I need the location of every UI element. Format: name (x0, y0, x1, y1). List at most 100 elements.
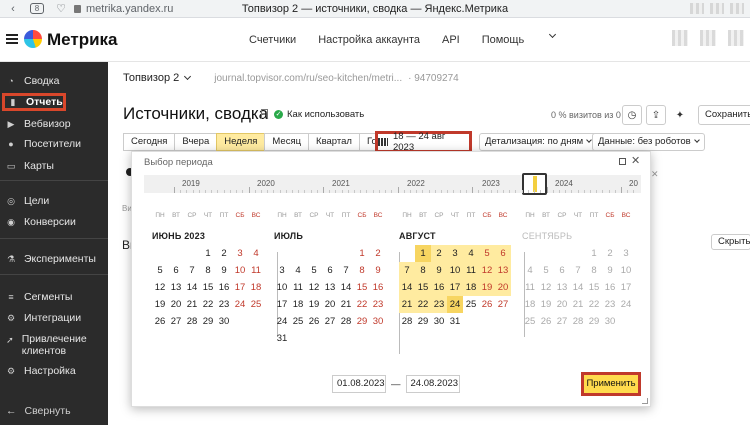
calendar-day[interactable]: 26 (306, 313, 322, 330)
timeline-year-label[interactable]: 2021 (332, 179, 350, 188)
sidebar-item[interactable]: ⚙ Интеграции (0, 309, 108, 327)
calendar-day[interactable]: 5 (538, 262, 554, 279)
header-nav-item[interactable]: API (442, 34, 460, 46)
calendar-day[interactable]: 13 (554, 279, 570, 296)
calendar-day[interactable]: 1 (415, 245, 431, 262)
maximize-icon[interactable] (619, 158, 626, 165)
calendar-day[interactable]: 18 (248, 279, 264, 296)
calendar-day[interactable]: 4 (522, 262, 538, 279)
calendar-day[interactable]: 5 (152, 262, 168, 279)
calendar-day[interactable]: 10 (447, 262, 463, 279)
calendar-day[interactable]: 5 (306, 262, 322, 279)
sidebar-item[interactable]: ◉ Конверсии (0, 213, 108, 231)
date-from-input[interactable]: 01.08.2023 (332, 375, 386, 393)
calendar-day[interactable]: 8 (586, 262, 602, 279)
clock-button[interactable]: ◷ (622, 105, 642, 125)
calendar-day[interactable]: 3 (618, 245, 634, 262)
calendar-day[interactable]: 29 (586, 313, 602, 330)
calendar-day[interactable]: 31 (274, 330, 290, 347)
calendar-day[interactable]: 20 (554, 296, 570, 313)
calendar-day[interactable]: 22 (200, 296, 216, 313)
timeline-year-label[interactable]: 2019 (182, 179, 200, 188)
calendar-day[interactable]: 15 (586, 279, 602, 296)
calendar-day[interactable]: 17 (274, 296, 290, 313)
header-nav-item[interactable]: Помощь (482, 34, 525, 46)
calendar-day[interactable]: 9 (431, 262, 447, 279)
calendar-day[interactable]: 2 (431, 245, 447, 262)
calendar-day[interactable]: 1 (354, 245, 370, 262)
back-icon[interactable]: ‹ (6, 3, 20, 15)
timeline-year-label[interactable]: 20 (629, 179, 638, 188)
calendar-day[interactable]: 7 (338, 262, 354, 279)
sidebar-item[interactable]: ≡ Сегменты (0, 288, 108, 306)
calendar-day[interactable]: 12 (538, 279, 554, 296)
calendar-day[interactable]: 16 (602, 279, 618, 296)
hamburger-menu-icon[interactable] (6, 34, 18, 44)
calendar-day[interactable]: 3 (232, 245, 248, 262)
period-tab[interactable]: Вчера (174, 133, 218, 151)
calendar-day[interactable]: 18 (290, 296, 306, 313)
calendar-day[interactable]: 22 (415, 296, 431, 313)
calendar-day[interactable]: 25 (463, 296, 479, 313)
calendar-day[interactable]: 28 (570, 313, 586, 330)
timeline-year-label[interactable]: 2022 (407, 179, 425, 188)
calendar-day[interactable]: 13 (322, 279, 338, 296)
calendar-day[interactable]: 8 (200, 262, 216, 279)
calendar-day[interactable]: 30 (216, 313, 232, 330)
calendar-day[interactable]: 12 (479, 262, 495, 279)
tab-count-badge[interactable]: 8 (30, 3, 44, 14)
calendar-day[interactable]: 4 (248, 245, 264, 262)
calendar-day[interactable]: 26 (479, 296, 495, 313)
sidebar-item[interactable]: ▮ Отчеты (2, 93, 66, 111)
calendar-day[interactable]: 22 (354, 296, 370, 313)
calendar-day[interactable]: 15 (354, 279, 370, 296)
calendar-day[interactable]: 16 (431, 279, 447, 296)
calendar-day[interactable]: 24 (447, 296, 463, 313)
calendar-day[interactable]: 20 (168, 296, 184, 313)
calendar-day[interactable]: 7 (399, 262, 415, 279)
calendar-day[interactable]: 2 (370, 245, 386, 262)
calendar-day[interactable]: 17 (232, 279, 248, 296)
collapse-all-button[interactable]: Скрыть (711, 234, 750, 250)
logo-text[interactable]: Метрика (47, 30, 118, 50)
calendar-day[interactable]: 14 (184, 279, 200, 296)
resize-handle-icon[interactable] (642, 398, 648, 404)
calendar-day[interactable]: 25 (248, 296, 264, 313)
calendar-day[interactable]: 14 (570, 279, 586, 296)
calendar-day[interactable]: 10 (274, 279, 290, 296)
sidebar-item[interactable]: ➚ Привлечение клиентов (0, 333, 108, 361)
calendar-day[interactable]: 26 (538, 313, 554, 330)
calendar-day[interactable]: 27 (495, 296, 511, 313)
calendar-day[interactable]: 11 (463, 262, 479, 279)
calendar-day[interactable]: 21 (399, 296, 415, 313)
calendar-day[interactable]: 27 (554, 313, 570, 330)
calendar-day[interactable]: 18 (522, 296, 538, 313)
calendar-day[interactable]: 12 (306, 279, 322, 296)
calendar-day[interactable]: 21 (338, 296, 354, 313)
export-button[interactable]: ⇪ (646, 105, 666, 125)
calendar-day[interactable]: 4 (463, 245, 479, 262)
timeline-year-label[interactable]: 2020 (257, 179, 275, 188)
calendar-day[interactable]: 17 (447, 279, 463, 296)
timeline-year-label[interactable]: 2023 (482, 179, 500, 188)
calendar-day[interactable]: 23 (370, 296, 386, 313)
sidebar-item[interactable]: ● Посетители (0, 135, 108, 153)
calendar-day[interactable]: 11 (248, 262, 264, 279)
sidebar-item[interactable]: ◔ Сводка (0, 72, 108, 90)
assistant-button[interactable]: ✦ (670, 105, 690, 125)
how-to-use-link[interactable]: ✓ Как использовать (274, 109, 364, 120)
metrika-logo-icon[interactable] (24, 30, 42, 48)
sidebar-item[interactable]: ⚙ Настройка (0, 362, 108, 380)
calendar-day[interactable]: 20 (495, 279, 511, 296)
close-icon[interactable]: ✕ (631, 154, 640, 167)
calendar-day[interactable]: 28 (184, 313, 200, 330)
calendar-day[interactable]: 3 (274, 262, 290, 279)
calendar-day[interactable]: 2 (602, 245, 618, 262)
calendar-day[interactable]: 17 (618, 279, 634, 296)
period-tab[interactable]: Месяц (264, 133, 310, 151)
calendar-day[interactable]: 25 (290, 313, 306, 330)
calendar-day[interactable]: 29 (200, 313, 216, 330)
calendar-day[interactable]: 24 (618, 296, 634, 313)
calendar-day[interactable]: 23 (431, 296, 447, 313)
heart-icon[interactable]: ♡ (54, 2, 68, 15)
